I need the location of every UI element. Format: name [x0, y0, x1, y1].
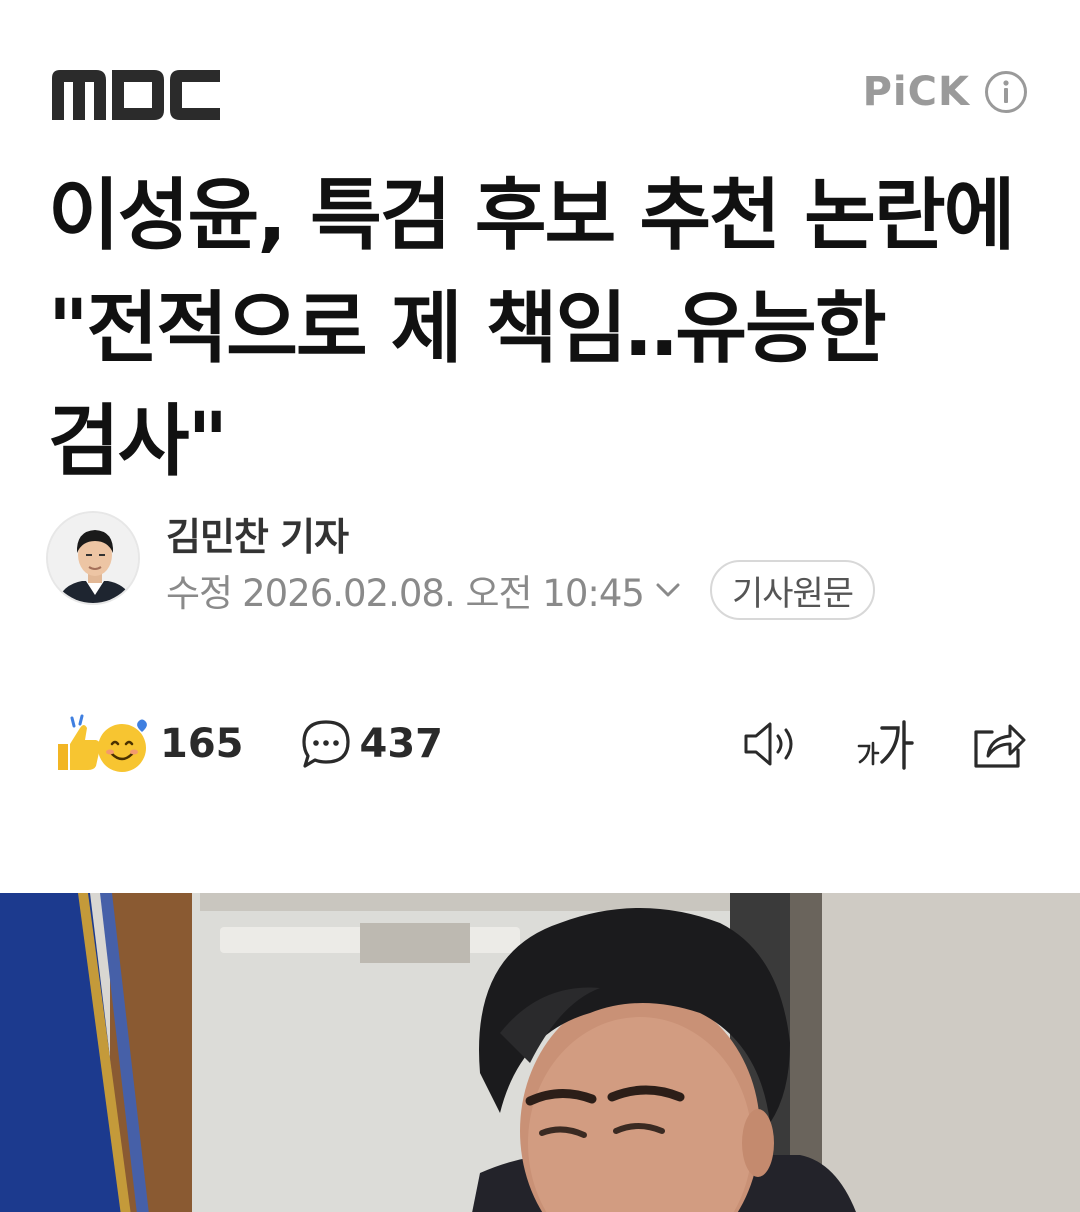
reporter-name[interactable]: 김민찬 기자 [166, 506, 349, 561]
article-tools [742, 712, 1028, 776]
engagement-bar: 165 437 [52, 712, 443, 776]
reporter-avatar[interactable] [46, 511, 140, 605]
date-value: 2026.02.08. 오전 10:45 [242, 572, 645, 615]
info-icon[interactable] [984, 70, 1028, 114]
article-page: PiCK 이성윤, 특검 후보 추천 논란에 "전적으로 제 책임‥유능한 검사… [0, 0, 1080, 1212]
comment-count: 437 [359, 721, 444, 767]
comment-icon[interactable] [300, 718, 352, 770]
reaction-count: 165 [160, 721, 244, 767]
share-icon[interactable] [970, 716, 1028, 772]
reaction-icon[interactable] [52, 714, 152, 774]
date-label: 수정 [166, 572, 233, 615]
original-article-button[interactable]: 기사원문 [709, 560, 876, 620]
speaker-icon[interactable] [742, 716, 800, 772]
article-headline: 이성윤, 특검 후보 추천 논란에 "전적으로 제 책임‥유능한 검사" [48, 171, 1015, 487]
pick-label: PiCK [862, 69, 970, 115]
chevron-down-icon[interactable] [654, 580, 682, 600]
font-size-icon[interactable] [856, 716, 914, 772]
article-photo[interactable] [0, 893, 1080, 1212]
mbc-logo[interactable] [52, 68, 222, 122]
pick-area: PiCK [863, 66, 1028, 118]
article-meta: 수정 2026.02.08. 오전 10:45 기사원문 [166, 560, 876, 620]
